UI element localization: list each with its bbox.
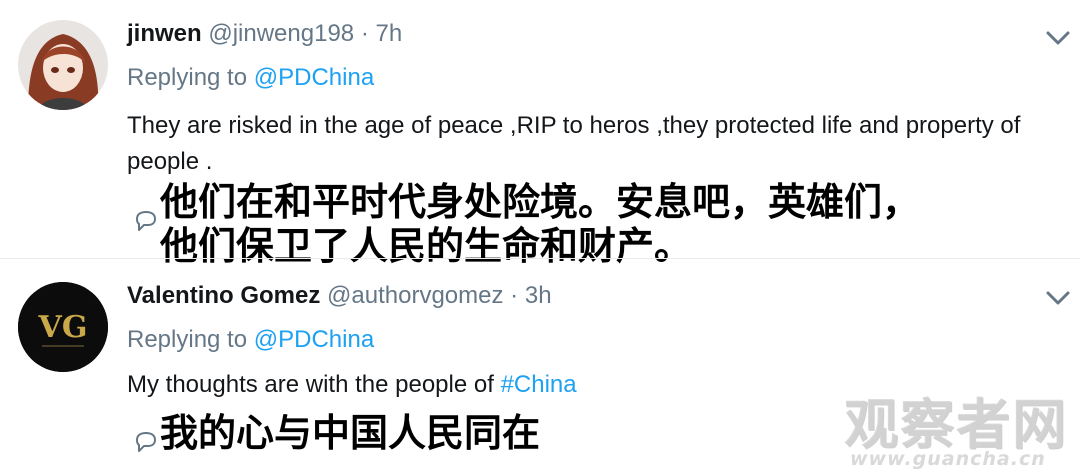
reply-icon[interactable] (134, 210, 158, 232)
timestamp[interactable]: 7h (375, 20, 402, 47)
watermark: 观察者网 www.guancha.cn (832, 378, 1077, 475)
watermark-url: www.guancha.cn (850, 448, 1046, 470)
tweet-text: They are risked in the age of peace ,RIP… (127, 112, 1021, 175)
tweet-text-body: My thoughts are with the people of (127, 371, 501, 398)
separator-dot: · (360, 20, 369, 47)
caption-line: 他们在和平时代身处险境。安息吧，英雄们， (160, 180, 921, 224)
tweet-header: jinwen @jinweng198 · 7h (127, 20, 402, 48)
chinese-caption: 我的心与中国人民同在 (160, 411, 540, 455)
user-handle[interactable]: @jinweng198 (208, 20, 354, 47)
replying-label: Replying to (127, 326, 248, 353)
display-name[interactable]: jinwen (127, 20, 202, 47)
replying-to: Replying to @PDChina (127, 326, 374, 354)
chevron-down-icon[interactable] (1044, 28, 1072, 48)
user-handle[interactable]: @authorvgomez (327, 282, 503, 309)
vg-monogram-avatar: VG (18, 282, 108, 372)
anime-avatar-image (18, 20, 108, 110)
replying-to: Replying to @PDChina (127, 64, 374, 92)
tweet-header: Valentino Gomez @authorvgomez · 3h (127, 282, 552, 310)
avatar[interactable] (18, 20, 108, 110)
avatar-monogram: VG (38, 310, 88, 345)
replying-label: Replying to (127, 64, 248, 91)
mention-link[interactable]: @PDChina (254, 64, 374, 91)
reply-icon[interactable] (134, 431, 158, 453)
hashtag-link[interactable]: #China (501, 371, 577, 398)
caption-line: 我的心与中国人民同在 (160, 411, 541, 455)
display-name[interactable]: Valentino Gomez (127, 282, 320, 309)
mention-link[interactable]: @PDChina (254, 326, 374, 353)
separator-dot: · (510, 282, 519, 309)
avatar[interactable]: VG (18, 282, 108, 372)
chevron-down-icon[interactable] (1044, 288, 1072, 308)
chinese-caption: 他们在和平时代身处险境。安息吧，英雄们， 他们保卫了人民的生命和财产。 (160, 180, 920, 268)
tweet-jinwen[interactable]: jinwen @jinweng198 · 7h Replying to @PDC… (0, 0, 1080, 268)
timestamp[interactable]: 3h (525, 282, 552, 309)
